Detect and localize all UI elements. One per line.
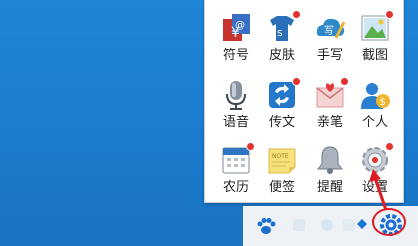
tile-skin[interactable]: s 皮肤 — [260, 8, 304, 68]
tile-sticky-note[interactable]: NOTE 便签 — [260, 140, 304, 200]
note-icon: NOTE — [266, 144, 298, 176]
microphone-icon — [220, 79, 252, 111]
tile-lunar-calendar[interactable]: 农历 — [214, 140, 258, 200]
tile-label: 皮肤 — [268, 48, 295, 63]
svg-text:@: @ — [235, 20, 245, 31]
highlight-circle — [372, 208, 406, 236]
tile-reminder[interactable]: 提醒 — [308, 140, 352, 200]
handwriting-icon: 写 — [314, 12, 346, 44]
svg-text:写: 写 — [324, 25, 334, 37]
tile-label: 个人 — [361, 115, 388, 130]
screenshot-icon — [359, 10, 394, 44]
svg-text:NOTE: NOTE — [272, 153, 289, 160]
tile-label: 符号 — [222, 48, 249, 63]
tile-screenshot[interactable]: 截图 — [353, 8, 397, 68]
tile-transfer[interactable]: 传文 — [260, 75, 304, 135]
tile-symbol[interactable]: ¥ @ 符号 — [214, 8, 258, 68]
transfer-icon — [266, 77, 301, 111]
svg-text:$: $ — [380, 97, 386, 108]
tile-label: 传文 — [268, 115, 295, 130]
bell-icon — [314, 144, 346, 176]
diamond-icon[interactable] — [357, 219, 367, 229]
tile-letter[interactable]: 亲笔 — [308, 75, 352, 135]
tile-label: 农历 — [222, 180, 249, 195]
new-badge — [385, 142, 394, 151]
new-badge — [385, 10, 394, 19]
calendar-icon — [220, 142, 255, 176]
letter-icon — [314, 77, 349, 111]
annotation-arrow-icon — [369, 169, 388, 211]
person-icon: $ — [359, 79, 391, 111]
skin-icon: s — [266, 10, 301, 44]
punctuation-icon[interactable] — [321, 219, 333, 231]
tile-label: 亲笔 — [316, 115, 343, 130]
symbol-icon: ¥ @ — [220, 12, 252, 44]
tile-label: 便签 — [268, 180, 295, 195]
new-badge — [246, 142, 255, 151]
tile-label: 截图 — [361, 48, 388, 63]
new-badge — [340, 77, 349, 86]
new-badge — [292, 77, 301, 86]
emoji-icon[interactable] — [343, 219, 355, 231]
paw-icon[interactable] — [256, 216, 276, 236]
tile-label: 提醒 — [316, 180, 343, 195]
tile-voice[interactable]: 语音 — [214, 75, 258, 135]
input-mode-icon[interactable] — [293, 219, 305, 231]
tile-personal[interactable]: $ 个人 — [353, 75, 397, 135]
svg-text:s: s — [277, 26, 283, 39]
tile-label: 语音 — [222, 115, 249, 130]
tile-label: 手写 — [316, 48, 343, 63]
new-badge — [292, 10, 301, 19]
tile-handwriting[interactable]: 写 手写 — [308, 8, 352, 68]
